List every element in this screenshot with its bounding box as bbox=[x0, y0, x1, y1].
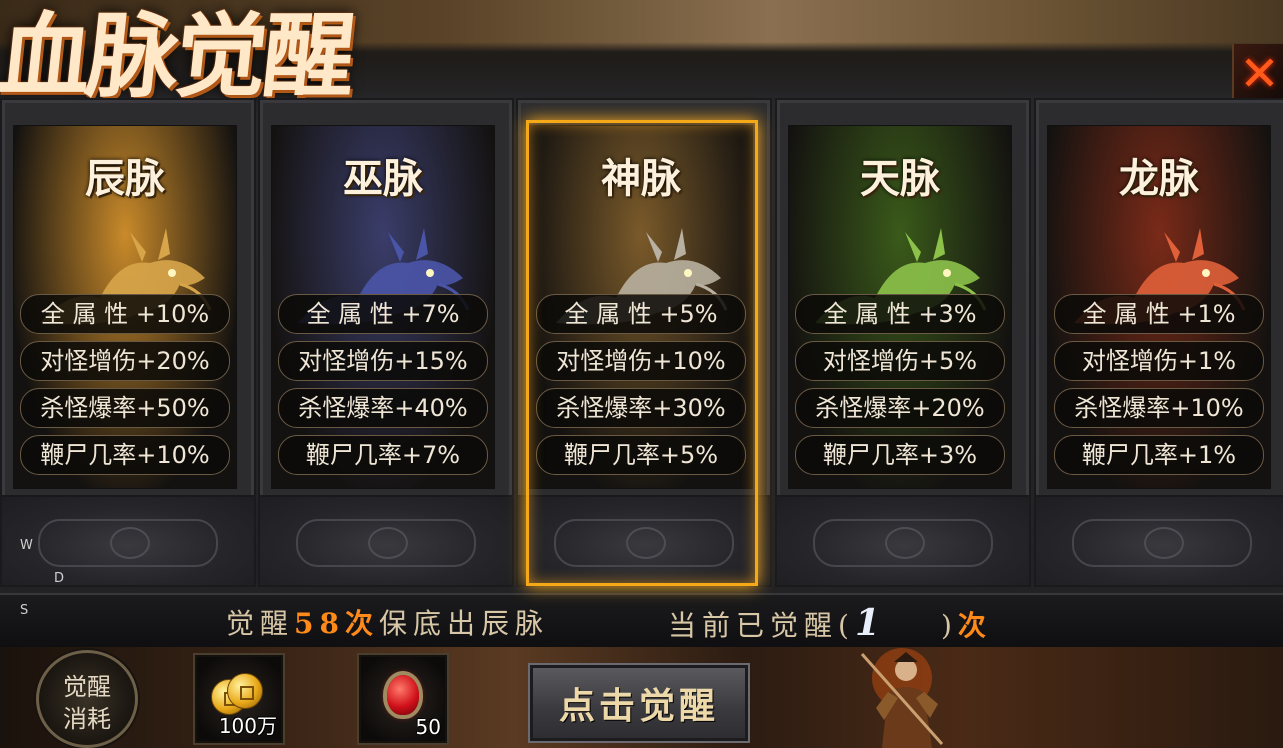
current-count-text: 当前已觉醒(1)次 bbox=[668, 602, 992, 644]
card-panel: 巫脉全 属 性 +7% 对怪增伤+15% 杀怪爆率+40% 鞭尸几率+7% bbox=[271, 125, 495, 489]
card-panel: 神脉全 属 性 +5% 对怪增伤+10% 杀怪爆率+30% 鞭尸几率+5% bbox=[529, 125, 753, 489]
stat-pill: 鞭尸几率+7% bbox=[278, 435, 488, 475]
red-gem-icon bbox=[387, 675, 419, 715]
stat-pill: 鞭尸几率+5% bbox=[536, 435, 746, 475]
card-ornament bbox=[777, 495, 1029, 585]
current-unit: 次 bbox=[957, 609, 992, 642]
card-ornament bbox=[518, 495, 770, 585]
stat-pill: 对怪增伤+15% bbox=[278, 341, 488, 381]
guarantee-text: 觉醒58次保底出辰脉 bbox=[226, 602, 549, 642]
stat-pill: 鞭尸几率+10% bbox=[20, 435, 230, 475]
awaken-button[interactable]: 点击觉醒 bbox=[530, 665, 748, 741]
card-panel: 辰脉全 属 性 +10% 对怪增伤+20% 杀怪爆率+50% 鞭尸几率+10% bbox=[13, 125, 237, 489]
card-name: 神脉 bbox=[601, 155, 681, 202]
warrior-portrait bbox=[860, 648, 944, 748]
current-count-value: 1 bbox=[854, 602, 886, 644]
guarantee-unit: 次 bbox=[344, 607, 379, 640]
stat-pill: 杀怪爆率+50% bbox=[20, 388, 230, 428]
gem-amount: 50 bbox=[415, 715, 441, 739]
stat-pill: 杀怪爆率+40% bbox=[278, 388, 488, 428]
stat-pill: 杀怪爆率+10% bbox=[1054, 388, 1264, 428]
bloodline-card[interactable]: 辰脉全 属 性 +10% 对怪增伤+20% 杀怪爆率+50% 鞭尸几率+10% bbox=[0, 98, 256, 587]
card-ornament bbox=[2, 495, 254, 585]
close-button[interactable]: ✕ bbox=[1232, 44, 1283, 106]
stat-pill: 杀怪爆率+30% bbox=[536, 388, 746, 428]
bloodline-card[interactable]: 巫脉全 属 性 +7% 对怪增伤+15% 杀怪爆率+40% 鞭尸几率+7% bbox=[258, 98, 514, 587]
card-panel: 天脉全 属 性 +3% 对怪增伤+5% 杀怪爆率+20% 鞭尸几率+3% bbox=[788, 125, 1012, 489]
card-name: 天脉 bbox=[860, 155, 940, 202]
side-letter-s: S bbox=[20, 603, 29, 618]
bloodline-card[interactable]: 神脉全 属 性 +5% 对怪增伤+10% 杀怪爆率+30% 鞭尸几率+5% bbox=[516, 98, 772, 587]
awaken-counter-bar: 觉醒58次保底出辰脉 当前已觉醒(1)次 bbox=[0, 593, 1283, 649]
stat-pill: 对怪增伤+20% bbox=[20, 341, 230, 381]
awaken-cost-badge: 觉醒 消耗 bbox=[36, 650, 138, 748]
current-suffix: ) bbox=[940, 609, 958, 642]
gold-coin-icon bbox=[227, 673, 263, 709]
cost-badge-line1: 觉醒 bbox=[63, 673, 111, 701]
current-prefix: 当前已觉醒( bbox=[668, 609, 855, 642]
gem-cost-item[interactable]: 50 bbox=[359, 655, 447, 743]
stat-pill: 对怪增伤+10% bbox=[536, 341, 746, 381]
stat-pill: 杀怪爆率+20% bbox=[795, 388, 1005, 428]
guarantee-rest: 保底出辰脉 bbox=[379, 607, 550, 640]
side-letter-d: D bbox=[54, 571, 65, 586]
gold-cost-item[interactable]: 100万 bbox=[195, 655, 283, 743]
card-name: 巫脉 bbox=[343, 155, 423, 202]
stat-pill: 鞭尸几率+3% bbox=[795, 435, 1005, 475]
card-name: 辰脉 bbox=[85, 155, 165, 202]
close-icon: ✕ bbox=[1239, 46, 1280, 102]
bloodline-card[interactable]: 天脉全 属 性 +3% 对怪增伤+5% 杀怪爆率+20% 鞭尸几率+3% bbox=[775, 98, 1031, 587]
stat-pill: 对怪增伤+5% bbox=[795, 341, 1005, 381]
cost-badge-line2: 消耗 bbox=[63, 705, 111, 733]
card-ornament bbox=[1036, 495, 1283, 585]
card-name: 龙脉 bbox=[1119, 155, 1199, 202]
guarantee-prefix: 觉醒 bbox=[226, 607, 295, 640]
stat-pill: 全 属 性 +7% bbox=[278, 294, 488, 334]
guarantee-number: 58 bbox=[294, 607, 345, 640]
stat-pill: 对怪增伤+1% bbox=[1054, 341, 1264, 381]
stat-pill: 全 属 性 +5% bbox=[536, 294, 746, 334]
bloodline-awakening-screen: 血脉觉醒 ✕ 辰脉全 属 性 +10% 对怪增伤+20% 杀怪爆率+50% 鞭尸几率+… bbox=[0, 0, 1283, 748]
stat-pill: 全 属 性 +3% bbox=[795, 294, 1005, 334]
stat-pill: 全 属 性 +1% bbox=[1054, 294, 1264, 334]
stat-pill: 鞭尸几率+1% bbox=[1054, 435, 1264, 475]
stat-pill: 全 属 性 +10% bbox=[20, 294, 230, 334]
card-ornament bbox=[260, 495, 512, 585]
card-panel: 龙脉全 属 性 +1% 对怪增伤+1% 杀怪爆率+10% 鞭尸几率+1% bbox=[1047, 125, 1271, 489]
side-letter-w: W bbox=[20, 538, 33, 553]
gold-amount: 100万 bbox=[218, 714, 277, 738]
bloodline-card[interactable]: 龙脉全 属 性 +1% 对怪增伤+1% 杀怪爆率+10% 鞭尸几率+1% bbox=[1034, 98, 1283, 587]
